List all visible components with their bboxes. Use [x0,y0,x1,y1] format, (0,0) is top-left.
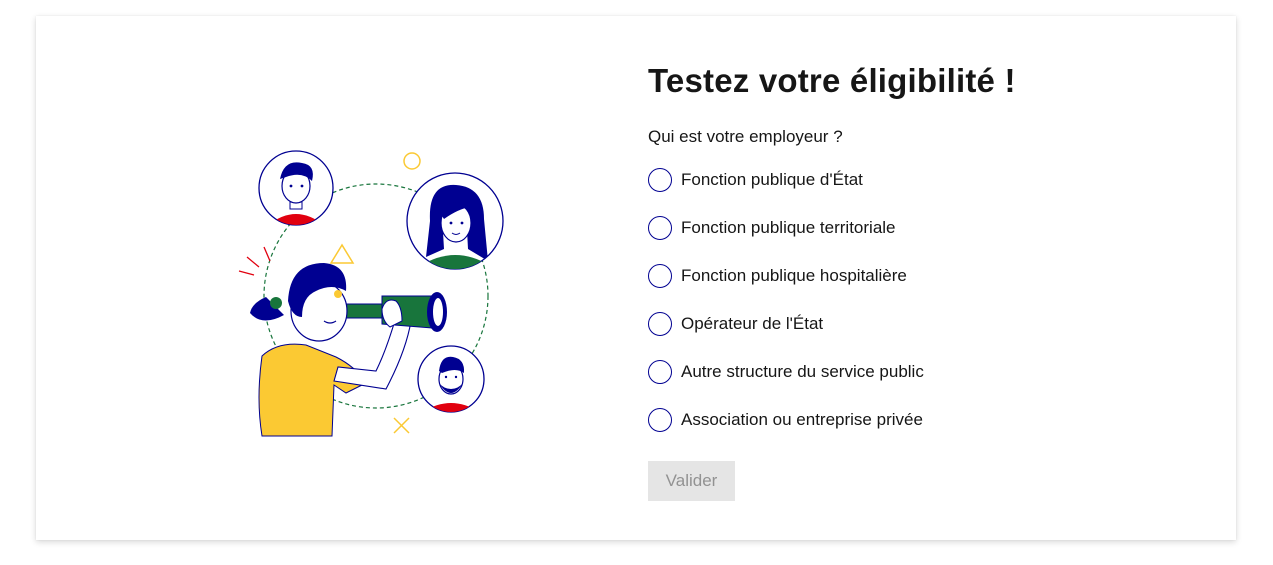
option-operateur-etat[interactable]: Opérateur de l'État [648,300,1208,348]
eligibility-card: Testez votre éligibilité ! Qui est votre… [36,16,1236,540]
option-fonction-publique-territoriale[interactable]: Fonction publique territoriale [648,204,1208,252]
option-association-entreprise[interactable]: Association ou entreprise privée [648,396,1208,444]
radio-button[interactable] [648,360,672,384]
employer-question: Qui est votre employeur ? [648,127,843,146]
option-label: Fonction publique hospitalière [681,266,907,285]
option-autre-structure[interactable]: Autre structure du service public [648,348,1208,396]
radio-button[interactable] [648,168,672,192]
radio-button[interactable] [648,408,672,432]
option-label: Fonction publique d'État [681,170,863,189]
validate-button[interactable]: Valider [648,461,735,501]
radio-button[interactable] [648,264,672,288]
option-label: Fonction publique territoriale [681,218,896,237]
employer-options: Fonction publique d'État Fonction publiq… [648,156,1208,444]
radio-button[interactable] [648,312,672,336]
option-fonction-publique-hospitaliere[interactable]: Fonction publique hospitalière [648,252,1208,300]
binoculars-illustration [206,131,546,451]
radio-button[interactable] [648,216,672,240]
eligibility-form: Testez votre éligibilité ! Qui est votre… [648,60,1208,501]
option-label: Autre structure du service public [681,362,924,381]
option-label: Association ou entreprise privée [681,410,923,429]
option-fonction-publique-etat[interactable]: Fonction publique d'État [648,156,1208,204]
page-title: Testez votre éligibilité ! [648,62,1016,99]
option-label: Opérateur de l'État [681,314,824,333]
